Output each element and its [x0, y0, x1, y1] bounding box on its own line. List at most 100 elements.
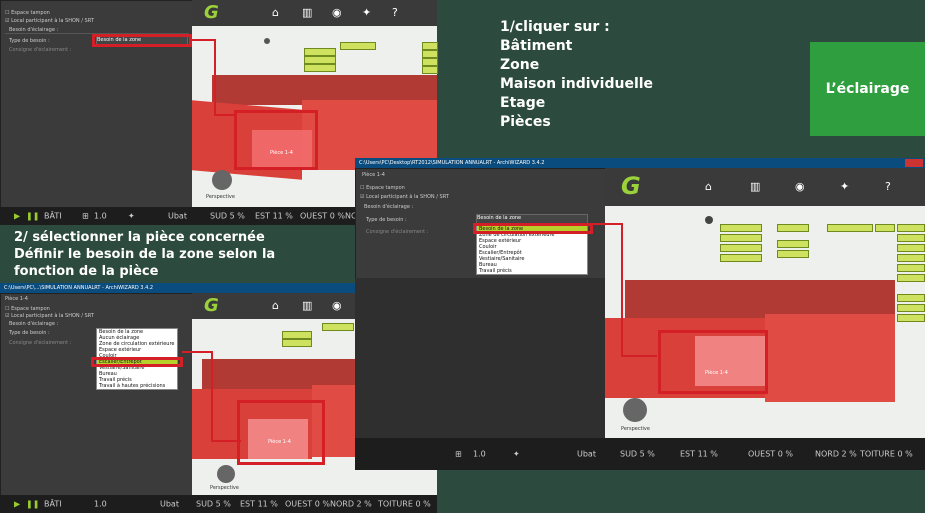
checkbox-local-participant[interactable]: ☑ Local participant à la SHON / SRT [5, 18, 94, 24]
bulb-icon: ✦ [513, 449, 520, 459]
tree-node[interactable] [422, 66, 438, 74]
building-icon[interactable]: ▥ [302, 299, 312, 312]
pause-button[interactable]: ❚❚ [26, 212, 39, 221]
topic-badge: L’éclairage [810, 42, 925, 136]
room-list-item[interactable] [897, 224, 925, 232]
room-list-item[interactable] [897, 234, 925, 242]
step1-block: 1/cliquer sur : Bâtiment Zone Maison ind… [500, 18, 653, 132]
ouest-value: OUEST 0 % [285, 499, 330, 509]
checkbox-espace-tampon[interactable]: ☐ Espace tampon [360, 185, 405, 191]
section-besoin: Besoin d'éclairage : [9, 321, 59, 327]
eye-icon[interactable]: ◉ [795, 180, 805, 193]
bulb-icon[interactable]: ✦ [362, 6, 371, 19]
room-list-item[interactable] [897, 264, 925, 272]
nav-compass[interactable] [212, 170, 232, 190]
tree-node[interactable] [720, 244, 762, 252]
tab-label[interactable]: Pièce 1-4 [362, 172, 385, 178]
arrow-line [621, 355, 657, 357]
tree-node[interactable] [720, 234, 762, 242]
bottom-toolbar: ⊞ 1.0 ✦ Ubat SUD 5 % EST 11 % OUEST 0 % … [355, 438, 925, 470]
tree-node[interactable] [827, 224, 873, 232]
help-icon[interactable]: ? [392, 6, 398, 19]
room-list-item[interactable] [897, 304, 925, 312]
perspective-label: Perspective [206, 194, 235, 200]
ubat-label: Ubat [577, 449, 596, 459]
room-list-item[interactable] [897, 254, 925, 262]
home-icon[interactable]: ⌂ [272, 6, 279, 19]
eye-icon[interactable]: ◉ [332, 6, 342, 19]
tree-node[interactable] [720, 254, 762, 262]
tree-node[interactable] [422, 50, 438, 58]
topic-label: L’éclairage [825, 81, 910, 97]
nav-compass[interactable] [217, 465, 235, 483]
checkbox-local-participant[interactable]: ☑ Local participant à la SHON / SRT [360, 194, 449, 200]
step1-title: 1/cliquer sur : [500, 19, 610, 35]
bottom-toolbar: ▶ ❚❚ BÂTI 1.0 Ubat SUD 5 % EST 11 % OUES… [0, 495, 437, 513]
building-icon[interactable]: ▥ [750, 180, 760, 193]
dropdown-option[interactable]: Travail précis [477, 268, 587, 274]
tree-node[interactable] [304, 48, 336, 56]
grid-icon: ⊞ [455, 449, 462, 459]
room-list-item[interactable] [897, 274, 925, 282]
tree-node[interactable] [282, 331, 312, 339]
tree-node[interactable] [422, 58, 438, 66]
step2-line: Définir le besoin de la zone selon la [14, 247, 276, 262]
close-button[interactable] [905, 159, 923, 167]
ratio-value: 1.0 [473, 449, 486, 459]
left-pane-empty [355, 278, 605, 438]
slide: { "instructions": { "step1_title": "1/cl… [0, 0, 925, 513]
archiwizard-logo: G [204, 295, 219, 316]
room-list-item[interactable] [897, 294, 925, 302]
room-list-item[interactable] [897, 314, 925, 322]
highlight-type-besoin [92, 34, 192, 47]
building-icon[interactable]: ▥ [302, 6, 312, 19]
tree-node[interactable] [304, 64, 336, 72]
arrow-line [191, 39, 215, 41]
dropdown-option[interactable]: Travail à hautes précisions [97, 383, 177, 389]
tree-node[interactable] [777, 224, 809, 232]
tab-label[interactable]: Pièce 1-4 [5, 296, 28, 302]
help-icon[interactable]: ? [885, 180, 891, 193]
arrow-line [621, 223, 623, 356]
properties-panel: Pièce 1-4 ☐ Espace tampon ☑ Local partic… [0, 293, 194, 497]
checkbox-label: Espace tampon [11, 10, 50, 16]
checkbox-espace-tampon[interactable]: ☐ Espace tampon [5, 10, 50, 16]
tree-node[interactable] [322, 323, 354, 331]
eye-icon[interactable]: ◉ [332, 299, 342, 312]
type-besoin-label: Type de besoin : [366, 217, 407, 223]
nord-value: NORD 2 % [330, 499, 372, 509]
step2-block: 2/ sélectionner la pièce concernée Défin… [14, 229, 275, 280]
home-icon[interactable]: ⌂ [272, 299, 279, 312]
play-button[interactable]: ▶ [14, 500, 20, 509]
tree-node[interactable] [777, 240, 809, 248]
ubat-label: Ubat [160, 499, 179, 509]
play-button[interactable]: ▶ [14, 212, 20, 221]
room-list-item[interactable] [897, 244, 925, 252]
window-title: C:\Users\PC\Desktop\RT2012\SIMULATION AN… [359, 160, 545, 166]
section-besoin: Besoin d'éclairage : [364, 204, 414, 210]
step2-line: 2/ sélectionner la pièce concernée [14, 230, 265, 245]
tree-node[interactable] [282, 339, 312, 347]
tree-node[interactable] [720, 224, 762, 232]
viewport-3d[interactable]: G ⌂ ▥ ◉ ✦ ? Pièce 1-4 Perspective [605, 168, 925, 438]
tree-node[interactable] [777, 250, 809, 258]
arrow-line [592, 223, 622, 225]
step1-item: Zone [500, 57, 540, 73]
nav-compass[interactable] [623, 398, 647, 422]
home-icon[interactable]: ⌂ [705, 180, 712, 193]
tree-node[interactable] [340, 42, 376, 50]
ratio-value: 1.0 [94, 211, 107, 221]
tree-node[interactable] [304, 56, 336, 64]
bulb-icon: ✦ [128, 211, 135, 221]
properties-panel: Pièce 1-4 ☐ Espace tampon ☑ Local partic… [355, 168, 607, 280]
bati-label: BÂTI [44, 211, 62, 221]
tree-node[interactable] [875, 224, 895, 232]
checkbox-local-participant[interactable]: ☑ Local participant à la SHON / SRT [5, 313, 94, 319]
bulb-icon[interactable]: ✦ [840, 180, 849, 193]
step1-item: Maison individuelle [500, 76, 654, 92]
tree-node[interactable] [422, 42, 438, 50]
pause-button[interactable]: ❚❚ [26, 500, 39, 509]
archiwizard-logo: G [204, 2, 219, 23]
highlight-dropdown-option [473, 223, 593, 234]
checkbox-espace-tampon[interactable]: ☐ Espace tampon [5, 306, 50, 312]
